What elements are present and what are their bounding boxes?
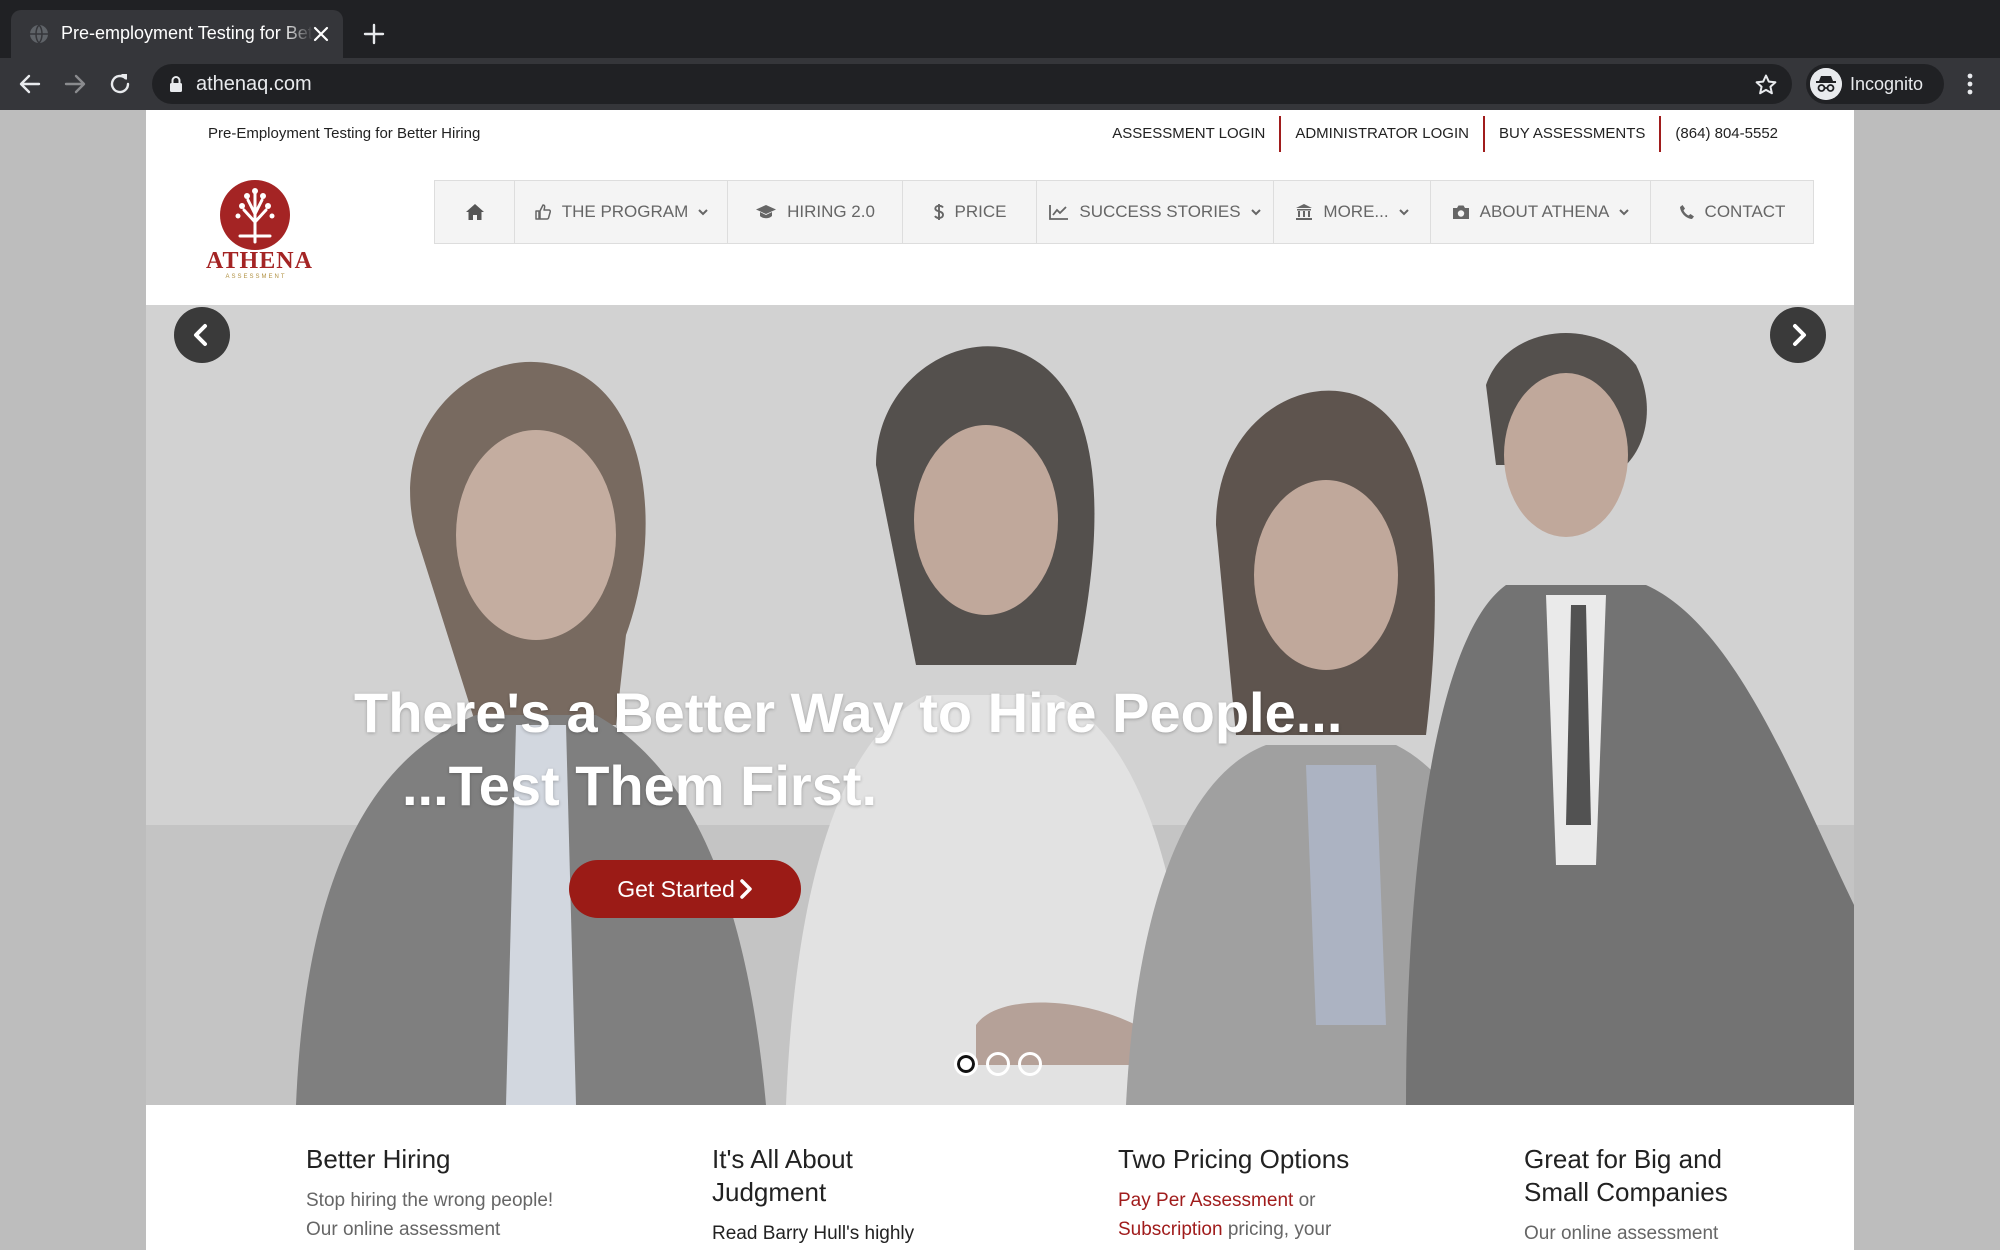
nav-label: HIRING 2.0 bbox=[787, 202, 875, 221]
logo-subtitle: ASSESSMENT bbox=[225, 274, 287, 280]
incognito-icon bbox=[1810, 68, 1842, 100]
incognito-profile-button[interactable]: Incognito bbox=[1806, 64, 1944, 104]
url-text: athenaq.com bbox=[196, 73, 312, 95]
globe-icon bbox=[30, 24, 48, 44]
lock-icon bbox=[170, 76, 182, 92]
nav-label: THE PROGRAM bbox=[561, 202, 689, 221]
buy-assessments-link[interactable]: BUY ASSESSMENTS bbox=[1482, 116, 1659, 152]
phone-icon bbox=[1679, 205, 1694, 219]
new-tab-plus-icon[interactable] bbox=[362, 22, 386, 46]
feature-text-line: pricing, your bbox=[1222, 1219, 1332, 1240]
browser-toolbar: athenaq.com Incognito bbox=[0, 58, 2000, 110]
nav-label: SUCCESS STORIES bbox=[1079, 202, 1241, 221]
chevron-down-icon bbox=[1619, 209, 1630, 216]
chevron-down-icon bbox=[698, 209, 708, 216]
tree-icon bbox=[235, 188, 275, 244]
nav-label: CONTACT bbox=[1704, 202, 1786, 221]
tab-title: Pre-employment Testing for Better Hiring bbox=[61, 23, 313, 43]
slide-dot-3[interactable] bbox=[1018, 1052, 1042, 1076]
hero-slider: There's a Better Way to Hire People... .… bbox=[146, 305, 1854, 1105]
logo-emblem bbox=[220, 180, 290, 250]
reload-icon[interactable] bbox=[106, 70, 134, 98]
athena-logo[interactable]: ATHENA ASSESSMENT bbox=[206, 180, 313, 284]
slider-next-button[interactable] bbox=[1770, 307, 1826, 363]
nav-price[interactable]: PRICE bbox=[902, 181, 1036, 243]
features-section: Better Hiring Stop hiring the wrong peop… bbox=[146, 1105, 1854, 1250]
nav-label: MORE... bbox=[1323, 202, 1389, 221]
hero-subheadline: ...Test Them First. bbox=[402, 754, 878, 817]
feature-companies: Great for Big and Small Companies Our on… bbox=[1524, 1143, 1764, 1248]
feature-title: It's All About Judgment bbox=[712, 1144, 853, 1207]
feature-judgment: It's All About Judgment Read Barry Hull'… bbox=[712, 1143, 952, 1248]
chevron-down-icon bbox=[1398, 209, 1409, 216]
address-bar[interactable]: athenaq.com bbox=[152, 64, 1792, 104]
chevron-left-icon bbox=[194, 324, 207, 346]
chevron-down-icon bbox=[1250, 209, 1261, 216]
nav-label: ABOUT ATHENA bbox=[1479, 202, 1610, 221]
top-links-bar: ASSESSMENT LOGIN ADMINISTRATOR LOGIN BUY… bbox=[1098, 116, 1792, 152]
feature-better-hiring: Better Hiring Stop hiring the wrong peop… bbox=[306, 1143, 606, 1244]
feature-title: Better Hiring bbox=[306, 1144, 451, 1174]
feature-text: Read Barry Hull's highly bbox=[712, 1219, 952, 1248]
slider-pagination bbox=[954, 1052, 1042, 1076]
feature-text: Pay Per Assessment or Subscription prici… bbox=[1118, 1186, 1418, 1244]
phone-number-link[interactable]: (864) 804-5552 bbox=[1659, 116, 1792, 152]
thumbs-up-icon bbox=[534, 204, 551, 220]
camera-icon bbox=[1452, 205, 1469, 219]
chevron-right-icon bbox=[740, 879, 752, 899]
administrator-login-link[interactable]: ADMINISTRATOR LOGIN bbox=[1279, 116, 1483, 152]
slider-prev-button[interactable] bbox=[174, 307, 230, 363]
feature-text: Stop hiring the wrong people! Our online… bbox=[306, 1186, 606, 1244]
feature-title: Great for Big and Small Companies bbox=[1524, 1144, 1728, 1207]
get-started-button[interactable]: Get Started bbox=[569, 860, 801, 918]
nav-home[interactable] bbox=[435, 181, 514, 243]
cta-label: Get Started bbox=[617, 875, 735, 902]
nav-label: PRICE bbox=[954, 202, 1007, 221]
chevron-right-icon bbox=[1793, 324, 1806, 346]
nav-contact[interactable]: CONTACT bbox=[1650, 181, 1813, 243]
close-icon[interactable] bbox=[311, 24, 331, 44]
graduation-cap-icon bbox=[756, 205, 777, 219]
dollar-icon bbox=[933, 204, 944, 220]
line-chart-icon bbox=[1049, 205, 1069, 220]
bank-icon bbox=[1296, 204, 1313, 220]
subscription-link[interactable]: Subscription bbox=[1118, 1219, 1223, 1240]
incognito-label: Incognito bbox=[1850, 74, 1924, 94]
slide-dot-2[interactable] bbox=[986, 1052, 1010, 1076]
kebab-menu-icon[interactable] bbox=[1958, 70, 1982, 98]
bookmark-star-icon[interactable] bbox=[1754, 73, 1778, 97]
site-tagline: Pre-Employment Testing for Better Hiring bbox=[208, 125, 481, 142]
feature-text: Our online assessment bbox=[1524, 1219, 1764, 1248]
forward-arrow-icon[interactable] bbox=[61, 70, 89, 98]
website-page: Pre-Employment Testing for Better Hiring… bbox=[146, 110, 1854, 1250]
nav-the-program[interactable]: THE PROGRAM bbox=[514, 181, 727, 243]
browser-tab-strip: Pre-employment Testing for Better Hiring bbox=[0, 0, 2000, 58]
feature-pricing: Two Pricing Options Pay Per Assessment o… bbox=[1118, 1143, 1418, 1244]
logo-wordmark: ATHENA bbox=[206, 248, 313, 274]
feature-text-line: or bbox=[1293, 1190, 1316, 1211]
hero-headline: There's a Better Way to Hire People... bbox=[354, 681, 1343, 744]
feature-text-line: Our online assessment bbox=[306, 1219, 501, 1240]
back-arrow-icon[interactable] bbox=[16, 70, 44, 98]
home-icon bbox=[465, 204, 484, 220]
pay-per-assessment-link[interactable]: Pay Per Assessment bbox=[1118, 1190, 1293, 1211]
feature-text-line: Read Barry Hull's highly bbox=[712, 1223, 915, 1244]
nav-success-stories[interactable]: SUCCESS STORIES bbox=[1036, 181, 1273, 243]
nav-more[interactable]: MORE... bbox=[1273, 181, 1430, 243]
nav-hiring-2-0[interactable]: HIRING 2.0 bbox=[727, 181, 902, 243]
main-navigation: THE PROGRAM HIRING 2.0 PRICE SUCCESS STO… bbox=[434, 180, 1814, 244]
nav-about-athena[interactable]: ABOUT ATHENA bbox=[1430, 181, 1650, 243]
feature-title: Two Pricing Options bbox=[1118, 1144, 1350, 1174]
feature-text-line: Stop hiring the wrong people! bbox=[306, 1190, 554, 1211]
slide-dot-1[interactable] bbox=[954, 1052, 978, 1076]
assessment-login-link[interactable]: ASSESSMENT LOGIN bbox=[1098, 116, 1279, 152]
browser-tab[interactable]: Pre-employment Testing for Better Hiring bbox=[11, 10, 343, 58]
feature-text-line: Our online assessment bbox=[1524, 1223, 1719, 1244]
